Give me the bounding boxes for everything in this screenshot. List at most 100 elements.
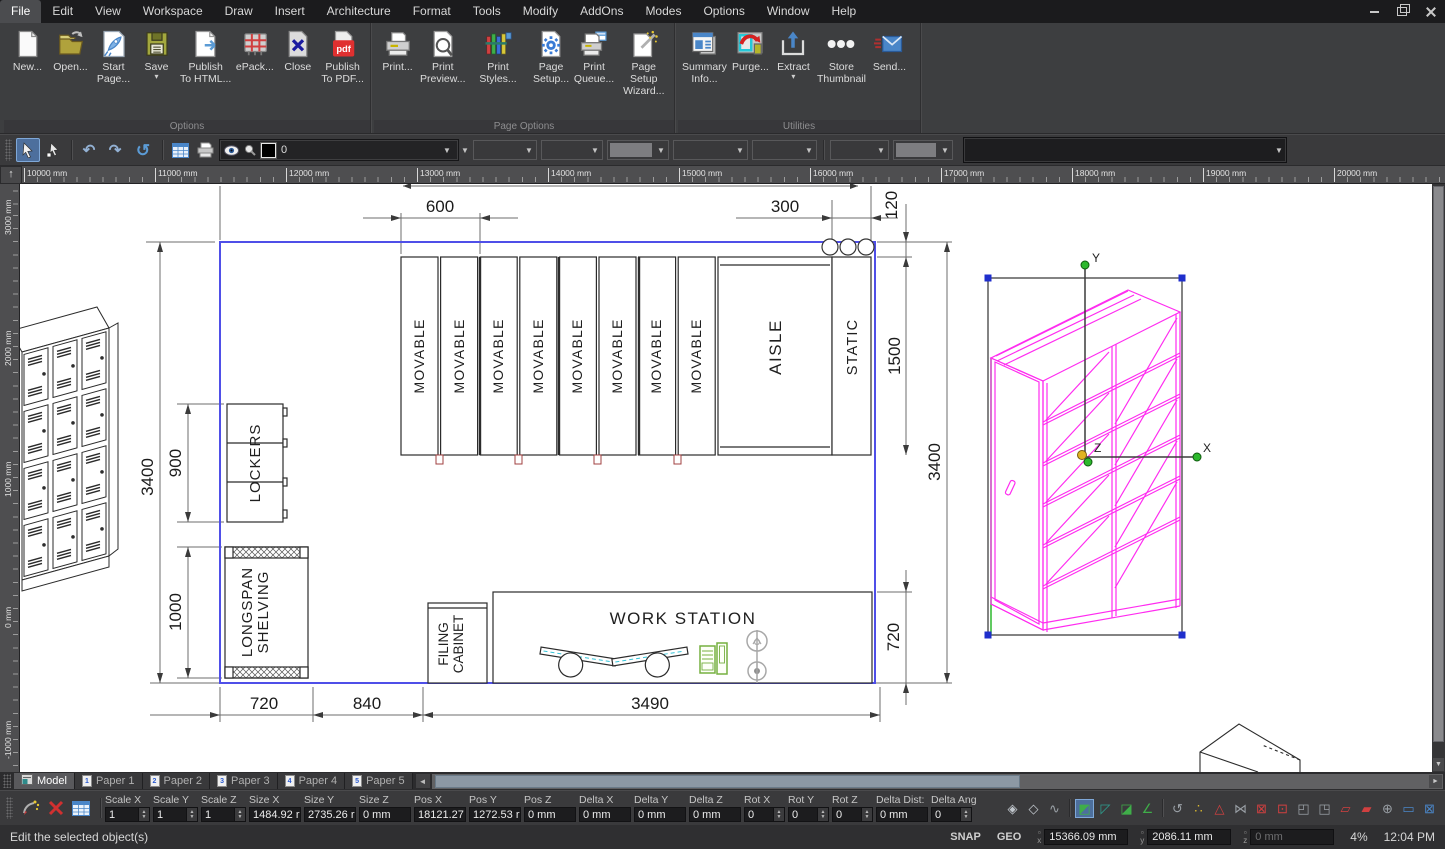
menu-insert[interactable]: Insert [264,0,316,23]
frame-target-icon[interactable]: ⊡ [1273,799,1292,818]
page-setup-button[interactable]: Page Setup... [530,28,573,86]
print-drawing-button[interactable] [194,138,218,162]
new-button[interactable]: New... [6,28,49,74]
spinner-control[interactable]: ▲▼ [235,807,246,822]
field-value-input[interactable]: 0 [832,807,862,822]
polyline-node-icon[interactable]: ∠ [1138,799,1157,818]
field-value-input[interactable]: 18121.27 [414,807,466,822]
floor-plan[interactable]: 600 300 120 1500 3400 3400 900 1000 720 … [138,184,952,722]
menu-edit[interactable]: Edit [41,0,84,23]
hatch-select-icon[interactable]: ◪ [1117,799,1136,818]
chevron-down-icon[interactable]: ▼ [522,146,536,155]
purge-button[interactable]: Purge... [729,28,772,74]
field-value-input[interactable]: 0 [788,807,818,822]
chevron-down-icon[interactable]: ▼ [802,146,816,155]
selected-3d-shelf[interactable]: Y Z X [985,251,1212,639]
workstation-box[interactable] [493,592,872,683]
furniture[interactable] [225,239,874,684]
redo-loop-button[interactable]: ↺ [129,138,157,162]
print-preview-button[interactable]: Print Preview... [419,28,466,86]
spinner-control[interactable]: ▲▼ [862,807,873,822]
menu-view[interactable]: View [84,0,132,23]
menu-workspace[interactable]: Workspace [132,0,214,23]
save-button[interactable]: Save▾ [135,28,178,82]
summary-info-button[interactable]: Summary Info... [680,28,729,86]
corner-select-icon[interactable]: ◸ [1096,799,1115,818]
menu-tools[interactable]: Tools [462,0,512,23]
geo-toggle[interactable]: GEO [997,831,1021,843]
page-setup-wizard-button[interactable]: Page Setup Wizard... [616,28,672,98]
restore-button[interactable] [1393,4,1411,20]
menu-window[interactable]: Window [756,0,821,23]
chevron-down-icon[interactable]: ▼ [459,146,471,155]
publish-to-html-button[interactable]: Publish To HTML... [178,28,233,86]
field-value-input[interactable]: 0 mm [876,807,928,822]
menu-file[interactable]: File [0,0,41,23]
spinner-control[interactable]: ▲▼ [139,807,150,822]
redo-button[interactable]: ↷ [103,138,127,162]
field-value-input[interactable]: 1 [153,807,187,822]
chevron-down-icon[interactable]: ▼ [874,146,888,155]
property-combo-6[interactable]: ▼ [830,140,889,160]
property-combo-4[interactable]: ▼ [673,140,748,160]
snap-toggle[interactable]: SNAP [950,831,981,843]
field-value-input[interactable]: 1 [201,807,235,822]
scroll-down-button[interactable]: ▼ [1433,758,1444,771]
undo-button[interactable]: ↶ [77,138,101,162]
menu-modify[interactable]: Modify [512,0,569,23]
store-thumbnail-button[interactable]: Store Thumbnail [815,28,868,86]
spray-points-icon[interactable]: ∴ [1189,799,1208,818]
menu-addons[interactable]: AddOns [569,0,634,23]
epack-button[interactable]: ePack... [233,28,276,74]
extract-button[interactable]: Extract▾ [772,28,815,82]
delete-button[interactable] [45,797,67,819]
corner-frame-b-icon[interactable]: ◳ [1315,799,1334,818]
vertical-scrollbar-thumb[interactable] [1433,186,1444,742]
property-combo-7[interactable]: ▼ [893,140,953,160]
send-button[interactable]: Send... [868,28,911,74]
spinner-control[interactable]: ▲▼ [818,807,829,822]
rotate-3d-icon[interactable]: ◈ [1003,799,1022,818]
vertical-ruler[interactable]: 3000 mm2000 mm1000 mm0 mm-1000 mm [0,184,20,772]
property-combo-3[interactable]: ▼ [607,140,669,160]
frame-slash-icon[interactable]: ⊠ [1252,799,1271,818]
menu-options[interactable]: Options [692,0,755,23]
chevron-down-icon[interactable]: ▼ [588,146,602,155]
partial-table-3d[interactable] [1200,724,1300,772]
horizontal-ruler[interactable]: 10000 mm11000 mm12000 mm13000 mm14000 mm… [22,166,1445,184]
field-value-input[interactable]: 0 [931,807,961,822]
property-combo-5[interactable]: ▼ [752,140,817,160]
chevron-down-icon[interactable]: ▼ [654,146,668,155]
mirror-person-icon[interactable]: ⋈ [1231,799,1250,818]
horizontal-scrollbar[interactable]: ► [432,774,1443,789]
scroll-right-button[interactable]: ► [1429,775,1442,788]
tab-scroll-left-button[interactable]: ◄ [416,774,430,788]
chevron-down-icon[interactable]: ▼ [938,146,952,155]
frame-blue-icon[interactable]: ▭ [1399,799,1418,818]
print-button[interactable]: Print... [376,28,419,74]
chevron-down-icon[interactable]: ▼ [733,146,747,155]
minimize-button[interactable] [1365,4,1383,20]
flex-curve-icon[interactable]: ∿ [1045,799,1064,818]
horizontal-scrollbar-thumb[interactable] [435,775,1020,788]
coordinate-x-input[interactable]: 15366.09 mm [1044,829,1128,845]
skew-red-a-icon[interactable]: ▱ [1336,799,1355,818]
node-select-button[interactable] [42,138,66,162]
coordinate-z-input[interactable]: 0 mm [1250,829,1334,845]
menu-modes[interactable]: Modes [634,0,692,23]
chevron-down-icon[interactable]: ▼ [440,146,454,155]
menu-help[interactable]: Help [821,0,868,23]
computer-symbol[interactable] [700,643,727,674]
close-button[interactable] [1421,4,1439,20]
tab-paper-3[interactable]: 3Paper 3 [210,773,278,789]
selection-info-button[interactable] [168,138,192,162]
style-combo[interactable]: ▼ [963,137,1287,163]
vertical-scrollbar[interactable]: ▼ [1432,184,1445,772]
node-pin-icon[interactable]: ⊕ [1378,799,1397,818]
menu-format[interactable]: Format [402,0,462,23]
field-value-input[interactable]: 0 mm [579,807,631,822]
print-styles-button[interactable]: Print Styles... [466,28,529,86]
edit-points-button[interactable] [20,797,42,819]
origin-handle[interactable] [1078,451,1087,460]
layer-property-box[interactable]: 0 ▼ [219,139,459,161]
